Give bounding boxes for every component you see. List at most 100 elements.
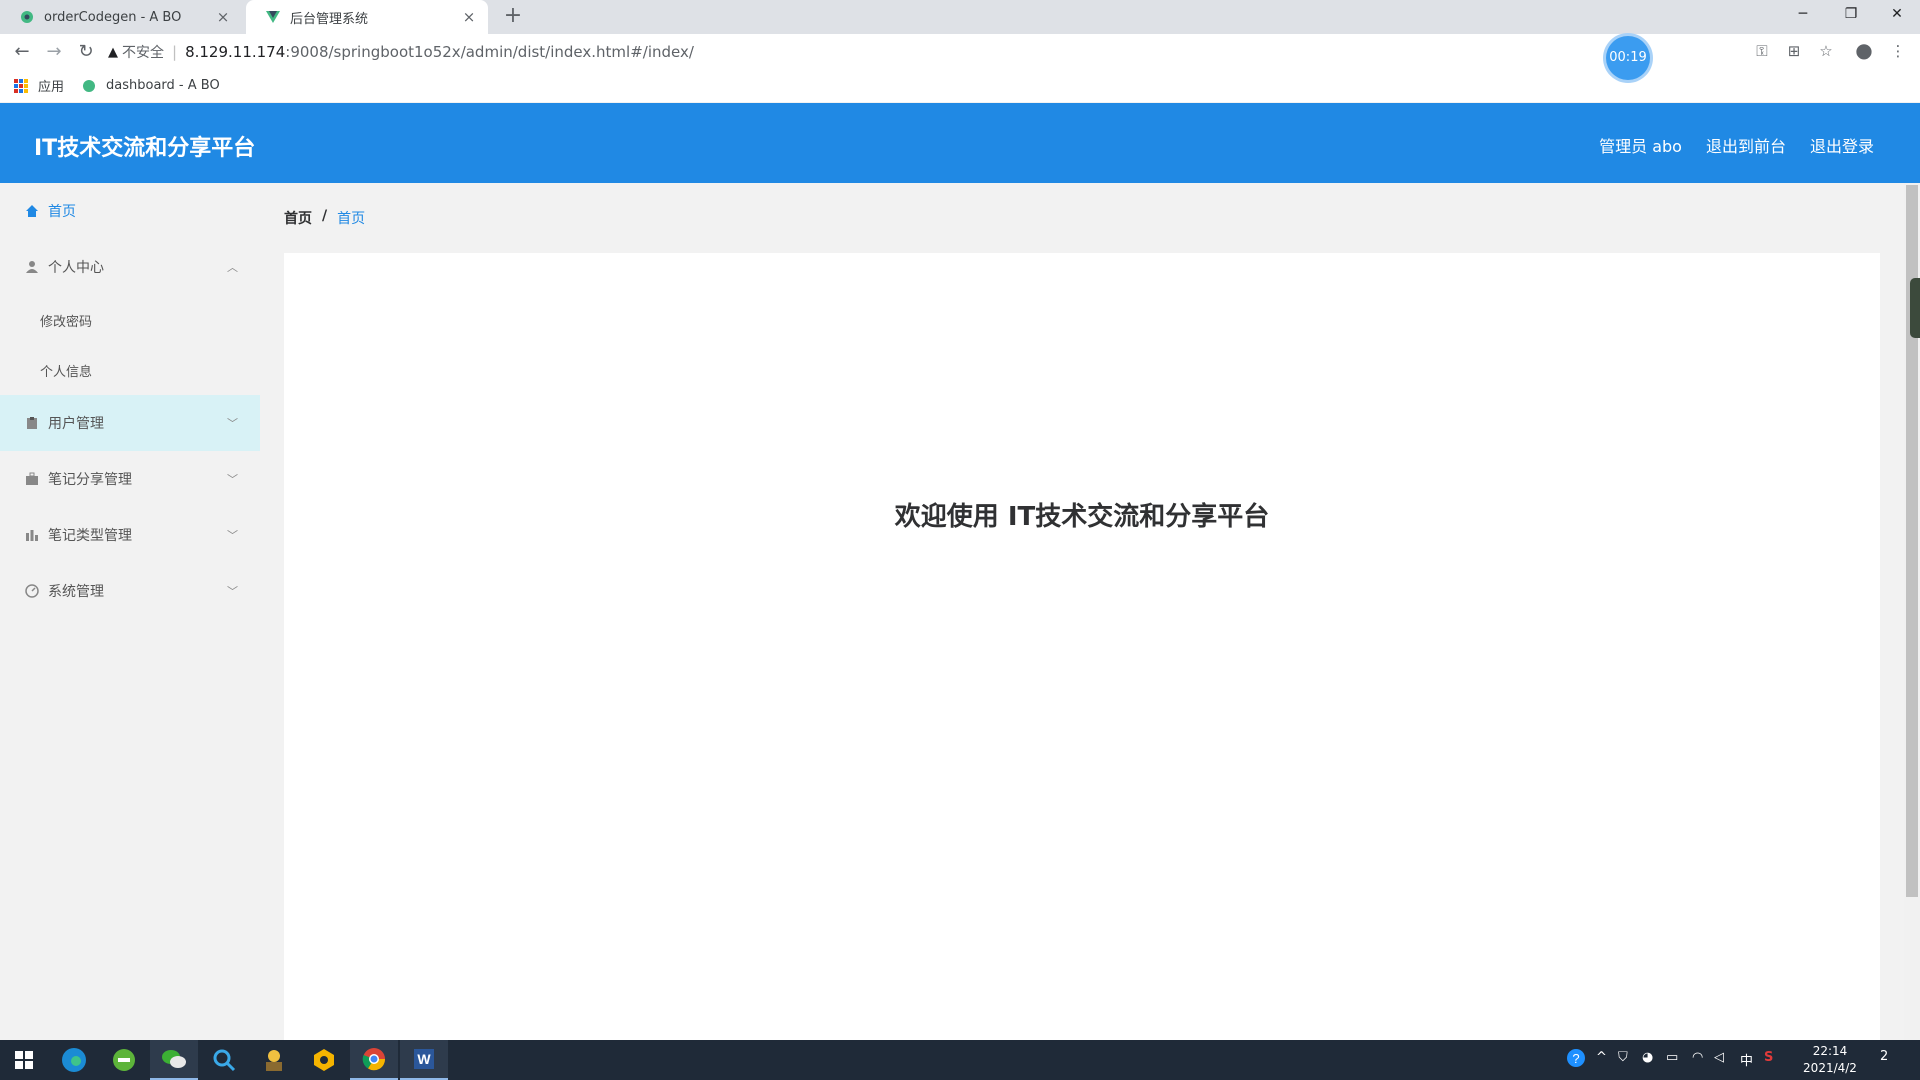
bookmarks-bar: 应用 dashboard - A BO xyxy=(14,76,220,95)
user-app-icon[interactable] xyxy=(250,1040,298,1080)
sidebar-item-home[interactable]: 首页 xyxy=(0,183,260,239)
browser-tabstrip: orderCodegen - A BO × 后台管理系统 × + ─ ❐ ✕ xyxy=(0,0,1920,34)
clipboard-icon xyxy=(24,415,40,431)
submenu-item-personal-info[interactable]: 个人信息 xyxy=(0,345,260,395)
search-app-icon[interactable] xyxy=(200,1040,248,1080)
sogou-icon[interactable]: S xyxy=(1764,1050,1773,1065)
chevron-down-icon: ﹀ xyxy=(227,417,238,430)
breadcrumb-current: 首页 xyxy=(337,211,366,227)
sidebar-menu: 首页 个人中心 ︿ 修改密码 个人信息 用户管理 ﹀ 笔记分享管理 ﹀ 笔记类型… xyxy=(0,183,260,1040)
sidebar-item-notes-type-management[interactable]: 笔记类型管理 ﹀ xyxy=(0,507,260,563)
side-drawer-handle[interactable] xyxy=(1910,278,1920,338)
submenu-item-change-password[interactable]: 修改密码 xyxy=(0,295,260,345)
minimize-button[interactable]: ─ xyxy=(1780,0,1826,30)
clock-time: 22:14 xyxy=(1812,1044,1848,1058)
content-card: 欢迎使用 IT技术交流和分享平台 xyxy=(284,253,1880,1040)
bookmark-apps[interactable]: 应用 xyxy=(38,76,64,95)
sidebar-item-system-management[interactable]: 系统管理 ﹀ xyxy=(0,563,260,619)
tab-title: 后台管理系统 xyxy=(290,11,369,27)
tab-close-icon[interactable]: × xyxy=(460,8,478,26)
ime-indicator[interactable]: 中 xyxy=(1740,1050,1753,1069)
wechat-icon[interactable] xyxy=(150,1040,198,1080)
tab-close-icon[interactable]: × xyxy=(214,8,232,26)
user-icon xyxy=(24,259,40,275)
battery-icon[interactable]: ▭ xyxy=(1666,1050,1678,1065)
hexagon-app-icon[interactable] xyxy=(300,1040,348,1080)
forward-arrow-icon[interactable]: → xyxy=(40,40,68,64)
submenu-item-label: 个人信息 xyxy=(40,364,93,380)
site-favicon-icon xyxy=(83,79,96,92)
logout-link[interactable]: 退出登录 xyxy=(1810,133,1874,157)
chevron-down-icon: ﹀ xyxy=(227,473,238,486)
tab-title: orderCodegen - A BO xyxy=(44,9,182,25)
key-icon[interactable]: ⚿ xyxy=(1750,42,1774,62)
warning-triangle-icon: ▲ xyxy=(108,44,118,60)
omnibox-divider: | xyxy=(172,43,178,61)
sidebar-item-personal-center[interactable]: 个人中心 ︿ xyxy=(0,239,260,295)
compass-icon xyxy=(24,583,40,599)
sidebar-item-notes-share-management[interactable]: 笔记分享管理 ﹀ xyxy=(0,451,260,507)
security-label: 不安全 xyxy=(122,45,164,61)
browser-tab-admin[interactable]: 后台管理系统 × xyxy=(246,0,488,34)
chrome-icon[interactable] xyxy=(350,1040,398,1080)
svg-text:?: ? xyxy=(1572,1051,1579,1066)
translate-icon[interactable]: ⊞ xyxy=(1782,42,1806,62)
windows-start-icon[interactable] xyxy=(0,1040,48,1080)
home-icon xyxy=(24,203,40,219)
breadcrumb-home[interactable]: 首页 xyxy=(284,208,312,228)
header-links: 管理员 abo 退出到前台 退出登录 xyxy=(1599,133,1874,157)
chevron-up-icon[interactable]: ^ xyxy=(1596,1050,1607,1065)
notification-center-icon[interactable]: 2 xyxy=(1880,1049,1888,1064)
notification-count: 2 xyxy=(1880,1049,1889,1064)
browser-tab-ordercodegen[interactable]: orderCodegen - A BO × xyxy=(0,0,242,34)
breadcrumb-separator: / xyxy=(322,208,328,224)
app-header: IT技术交流和分享平台 管理员 abo 退出到前台 退出登录 xyxy=(0,103,1920,183)
sidebar-item-label: 笔记分享管理 xyxy=(48,472,132,488)
sidebar-item-label: 首页 xyxy=(48,204,76,220)
recording-timer-badge[interactable]: 00:19 xyxy=(1606,36,1650,80)
chevron-down-icon: ﹀ xyxy=(227,585,238,598)
star-icon[interactable]: ☆ xyxy=(1814,42,1838,62)
qq-icon[interactable]: ◕ xyxy=(1642,1050,1653,1065)
address-bar[interactable]: ▲ 不安全 | 8.129.11.174 :9008/springboot1o5… xyxy=(108,40,1598,64)
sidebar-item-label: 系统管理 xyxy=(48,584,104,600)
menu-kebab-icon[interactable]: ⋮ xyxy=(1886,42,1910,62)
reload-icon[interactable]: ↻ xyxy=(72,40,100,64)
sidebar-item-label: 用户管理 xyxy=(48,416,104,432)
back-arrow-icon[interactable]: ← xyxy=(8,40,36,64)
wifi-icon[interactable]: ◠ xyxy=(1692,1050,1703,1065)
url-host: 8.129.11.174 xyxy=(185,43,286,61)
briefcase-icon xyxy=(24,471,40,487)
bar-chart-icon xyxy=(24,527,40,543)
edge-browser-icon[interactable] xyxy=(50,1040,98,1080)
taskbar-clock[interactable]: 22:14 2021/4/2 xyxy=(1796,1043,1864,1077)
vue-favicon-icon xyxy=(21,11,33,23)
svg-text:W: W xyxy=(417,1051,431,1067)
chevron-down-icon: ﹀ xyxy=(227,529,238,542)
exit-to-frontend-link[interactable]: 退出到前台 xyxy=(1706,133,1786,157)
windows-taskbar: W ? ^ ⛉ ◕ ▭ ◠ ◁ 中 S 22:14 2021/4/2 2 xyxy=(0,1040,1920,1080)
help-icon[interactable]: ? xyxy=(1566,1048,1586,1072)
restore-button[interactable]: ❐ xyxy=(1828,0,1874,30)
breadcrumb: 首页 / 首页 xyxy=(284,208,365,228)
welcome-heading: 欢迎使用 IT技术交流和分享平台 xyxy=(894,502,1270,532)
shield-icon[interactable]: ⛉ xyxy=(1618,1050,1628,1065)
volume-muted-icon[interactable]: ◁ xyxy=(1714,1050,1724,1065)
vue-logo-icon xyxy=(266,11,280,23)
site-brand: IT技术交流和分享平台 xyxy=(34,136,256,161)
url-path: :9008/springboot1o52x/admin/dist/index.h… xyxy=(285,43,694,61)
sidebar-item-label: 个人中心 xyxy=(48,260,104,276)
word-icon[interactable]: W xyxy=(400,1040,448,1080)
new-tab-button[interactable]: + xyxy=(500,4,526,30)
window-close-button[interactable]: ✕ xyxy=(1874,0,1920,30)
sidebar-item-label: 笔记类型管理 xyxy=(48,528,132,544)
admin-user-label: 管理员 abo xyxy=(1599,137,1682,156)
chevron-up-icon: ︿ xyxy=(227,261,238,274)
submenu-item-label: 修改密码 xyxy=(40,314,93,330)
clock-date: 2021/4/2 xyxy=(1803,1061,1857,1075)
green-app-icon[interactable] xyxy=(100,1040,148,1080)
apps-grid-icon xyxy=(14,78,28,93)
bookmark-dashboard[interactable]: dashboard - A BO xyxy=(106,78,220,93)
profile-avatar-icon[interactable]: ● xyxy=(1852,38,1876,62)
sidebar-item-user-management[interactable]: 用户管理 ﹀ xyxy=(0,395,260,451)
